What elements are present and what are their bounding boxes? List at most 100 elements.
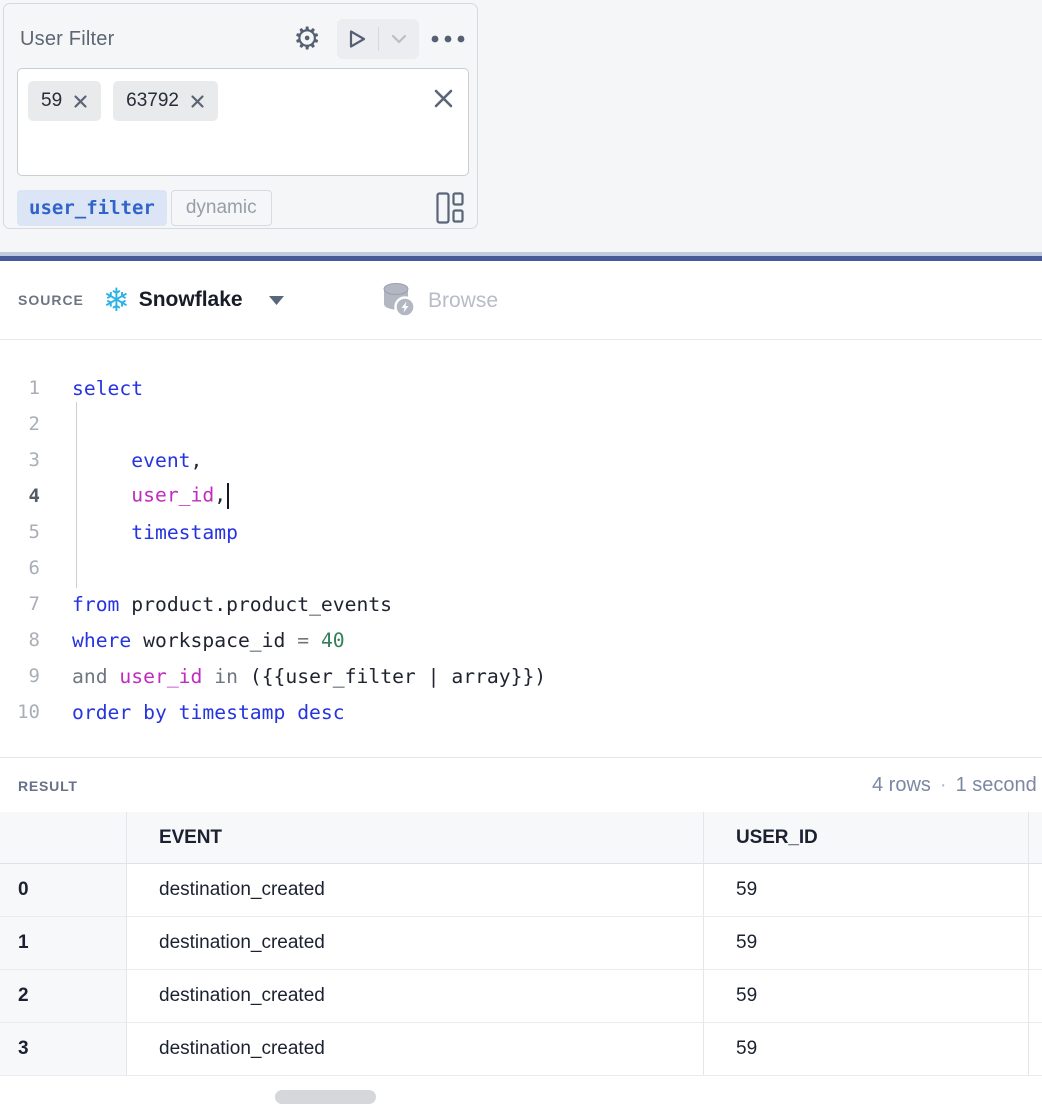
table-cell: destination_created (127, 1023, 704, 1075)
line-content: select (72, 377, 143, 400)
table-row: 1destination_created59 (0, 917, 1042, 970)
connection-name[interactable]: Snowflake (139, 288, 243, 312)
table-row: 2destination_created59 (0, 970, 1042, 1023)
play-icon (348, 29, 367, 49)
table-cell: destination_created (127, 970, 704, 1022)
chip-remove-button[interactable] (73, 94, 88, 109)
code-line: 9 and user_id in ({{user_filter | array}}… (0, 658, 1042, 694)
variable-name-pill[interactable]: user_filter (17, 190, 167, 226)
result-label: RESULT (18, 758, 78, 813)
table-cell (1029, 864, 1042, 916)
code-line: 4 user_id, (0, 478, 1042, 514)
line-number: 1 (0, 377, 40, 399)
code-line: 7 from product.product_events (0, 586, 1042, 622)
result-table: EVENTUSER_ID 0destination_created591dest… (0, 812, 1042, 1076)
run-options-button[interactable] (379, 19, 420, 59)
code-lines: 1select23 event,4 user_id,5 timestamp67f… (0, 370, 1042, 730)
run-button[interactable] (337, 19, 378, 59)
table-cell (1029, 970, 1042, 1022)
column-header (1029, 812, 1042, 863)
caret-down-icon[interactable] (269, 296, 284, 305)
line-number: 2 (0, 413, 40, 435)
table-cell: destination_created (127, 864, 704, 916)
line-number: 3 (0, 449, 40, 471)
user-filter-widget: User Filter ⚙ 59 63792 (3, 3, 478, 229)
row-index-cell: 3 (0, 1023, 127, 1075)
text-cursor (227, 483, 229, 509)
chip-label: 59 (41, 90, 62, 112)
snowflake-icon: ❄ (103, 284, 130, 316)
widget-title: User Filter (20, 28, 293, 51)
table-body: 0destination_created591destination_creat… (0, 864, 1042, 1076)
table-cell (1029, 917, 1042, 969)
horizontal-scrollbar-thumb[interactable] (275, 1090, 376, 1104)
status-separator: · (940, 774, 947, 797)
gear-icon: ⚙ (293, 24, 321, 55)
line-number: 6 (0, 557, 40, 579)
line-content: event, (72, 449, 202, 472)
table-cell: destination_created (127, 917, 704, 969)
multiselect-input[interactable]: 59 63792 (17, 68, 469, 176)
dynamic-badge: dynamic (171, 190, 272, 226)
browse-button[interactable]: Browse (374, 261, 504, 340)
code-line: 8 where workspace_id = 40 (0, 622, 1042, 658)
code-line: 3 event, (0, 442, 1042, 478)
code-line: 6 (0, 550, 1042, 586)
line-content: user_id, (72, 483, 229, 509)
line-content: order by timestamp desc (72, 701, 345, 724)
line-content: timestamp (72, 521, 238, 544)
source-toolbar: SOURCE ❄ Snowflake Browse (0, 261, 1042, 340)
code-line: 5 timestamp (0, 514, 1042, 550)
x-icon (190, 94, 205, 109)
line-number: 5 (0, 521, 40, 543)
table-row: 3destination_created59 (0, 1023, 1042, 1076)
browse-label: Browse (428, 289, 498, 313)
more-options-button[interactable] (431, 35, 465, 43)
row-index-cell: 1 (0, 917, 127, 969)
database-bolt-icon (380, 282, 417, 319)
code-line: 2 (0, 406, 1042, 442)
result-status: 4 rows · 1 second (872, 758, 1037, 813)
ellipsis-icon (431, 35, 465, 43)
row-index-cell: 2 (0, 970, 127, 1022)
code-line: 10 order by timestamp desc (0, 694, 1042, 730)
chip-list: 59 63792 (28, 81, 218, 121)
result-header: RESULT 4 rows · 1 second (0, 757, 1042, 812)
widget-footer: user_filter dynamic (17, 189, 464, 227)
chip-remove-button[interactable] (190, 94, 205, 109)
code-line: 1 select (0, 370, 1042, 406)
layout-columns-icon (436, 192, 464, 224)
table-cell: 59 (704, 864, 1029, 916)
query-duration: 1 second (956, 774, 1037, 797)
source-label: SOURCE (18, 292, 84, 308)
line-number: 7 (0, 593, 40, 615)
line-number: 9 (0, 665, 40, 687)
table-cell (1029, 1023, 1042, 1075)
line-number: 4 (0, 485, 40, 507)
x-icon (432, 87, 455, 110)
indent-guide (76, 402, 77, 588)
line-number: 10 (0, 701, 40, 723)
widget-settings-button[interactable]: ⚙ (293, 24, 321, 55)
row-count: 4 rows (872, 774, 931, 797)
line-number: 8 (0, 629, 40, 651)
table-header-row: EVENTUSER_ID (0, 812, 1042, 864)
table-cell: 59 (704, 917, 1029, 969)
row-index-cell: 0 (0, 864, 127, 916)
line-content: and user_id in ({{user_filter | array}}) (72, 665, 546, 688)
sql-editor[interactable]: 1select23 event,4 user_id,5 timestamp67f… (0, 340, 1042, 757)
x-icon (73, 94, 88, 109)
table-cell: 59 (704, 1023, 1029, 1075)
filter-chip: 59 (28, 81, 101, 121)
column-header[interactable]: USER_ID (704, 812, 1029, 863)
line-content: where workspace_id = 40 (72, 629, 345, 652)
widget-header: User Filter ⚙ (20, 18, 465, 60)
chip-label: 63792 (126, 90, 179, 112)
table-cell: 59 (704, 970, 1029, 1022)
clear-all-button[interactable] (432, 87, 455, 110)
filter-chip: 63792 (113, 81, 218, 121)
layout-button[interactable] (436, 192, 464, 224)
line-content: from product.product_events (72, 593, 392, 616)
column-header[interactable]: EVENT (127, 812, 704, 863)
run-button-group (337, 19, 419, 59)
